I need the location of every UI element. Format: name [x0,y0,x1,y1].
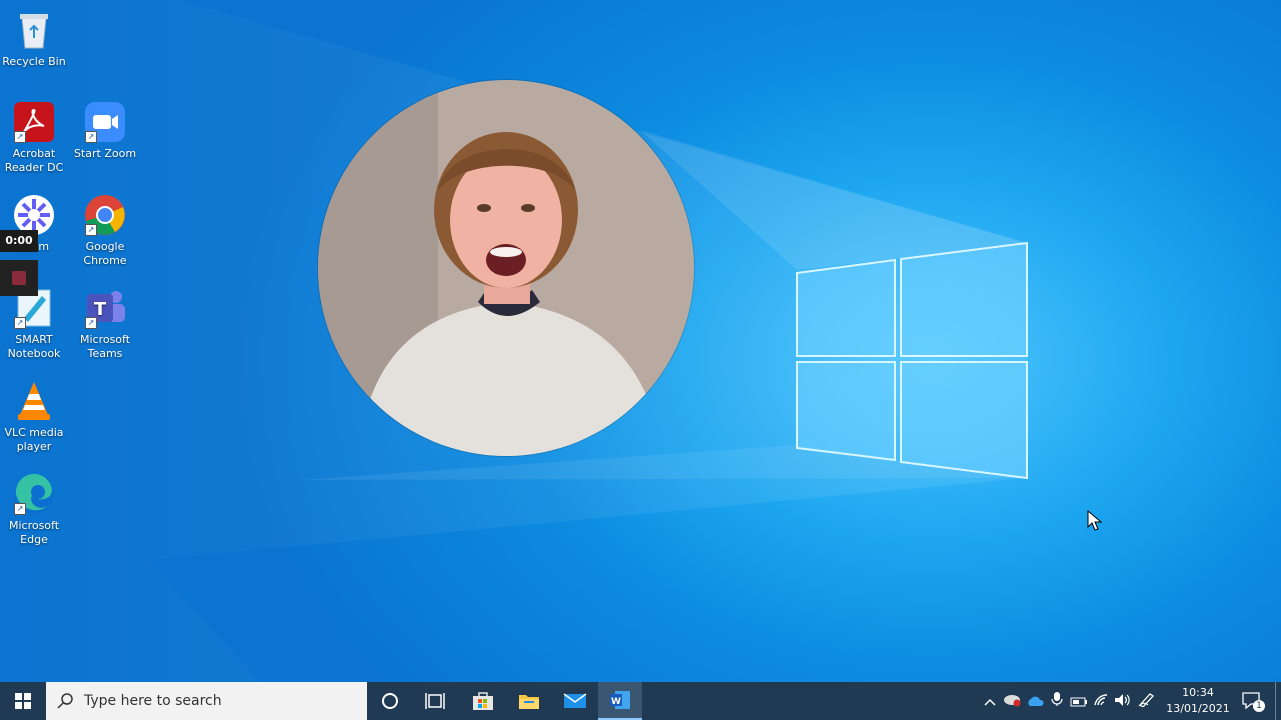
desktop-icon-label: Start Zoom [73,147,137,160]
windows-logo [796,241,1028,480]
start-button[interactable] [0,682,46,720]
desktop-icon-microsoft-teams[interactable]: T ↗ Microsoft Teams [72,286,138,361]
search-icon [57,693,73,709]
search-placeholder: Type here to search [84,693,222,709]
desktop-icon-label: Acrobat Reader DC [4,147,64,174]
word-icon: W [610,691,630,709]
desktop-icon-label: Microsoft Edge [8,519,60,546]
desktop: Recycle Bin ↗ Acrobat Reader DC ↗ Start … [0,0,1281,682]
edge-icon: ↗ [12,472,56,516]
taskbar-file-explorer[interactable] [506,682,552,720]
desktop-icon-smart-notebook[interactable]: ↗ SMART Notebook [1,286,67,361]
webcam-feed [318,80,694,456]
cortana-button[interactable] [367,682,413,720]
shortcut-arrow-icon: ↗ [14,317,26,329]
desktop-icon-label: Microsoft Teams [79,333,131,360]
desktop-icon-vlc[interactable]: VLC media player [1,379,67,454]
stop-icon [12,271,26,285]
volume-icon[interactable] [1112,692,1134,711]
zoom-icon: ↗ [83,100,127,144]
chrome-icon: ↗ [83,193,127,237]
vlc-icon [12,379,56,423]
desktop-icon-microsoft-edge[interactable]: ↗ Microsoft Edge [1,472,67,547]
desktop-icon-start-zoom[interactable]: ↗ Start Zoom [72,100,138,161]
shortcut-arrow-icon: ↗ [85,131,97,143]
action-center-button[interactable]: 1 [1236,682,1268,720]
stop-recording-button[interactable] [0,260,38,296]
desktop-icon-label: SMART Notebook [7,333,61,360]
taskbar-mail[interactable] [552,682,598,720]
desktop-icon-google-chrome[interactable]: ↗ Google Chrome [72,193,138,268]
taskbar-word[interactable]: W [598,682,642,720]
shortcut-arrow-icon: ↗ [85,224,97,236]
task-view-button[interactable] [413,682,457,720]
mouse-pointer-icon [1087,510,1103,531]
pen-workspace-icon[interactable] [1134,691,1160,711]
desktop-icon-label: Google Chrome [83,240,127,267]
desktop-icon-recycle-bin[interactable]: Recycle Bin [1,8,67,69]
onedrive-cloud-icon[interactable] [1024,692,1046,711]
wifi-icon[interactable] [1090,692,1112,711]
cortana-circle-icon [382,693,398,709]
system-tray [980,682,1160,720]
taskbar-clock[interactable]: 10:34 13/01/2021 [1164,685,1232,717]
show-hidden-icons-chevron-icon[interactable] [980,692,1000,711]
taskbar-search-box[interactable]: Type here to search [46,682,367,720]
desktop-icon-label: Recycle Bin [2,55,66,68]
acrobat-reader-icon: ↗ [12,100,56,144]
store-bag-icon [473,692,493,710]
shortcut-arrow-icon: ↗ [85,317,97,329]
windows-start-icon [15,693,31,709]
recycle-bin-icon [12,8,56,52]
shortcut-arrow-icon: ↗ [14,503,26,515]
mail-icon [563,693,587,708]
teams-icon: T ↗ [83,286,127,330]
recording-timer: 0:00 [0,230,38,252]
clock-date: 13/01/2021 [1166,702,1230,715]
security-alert-icon[interactable] [1000,692,1024,711]
webcam-bubble[interactable] [318,80,694,456]
shortcut-arrow-icon: ↗ [14,131,26,143]
desktop-icon-acrobat-reader[interactable]: ↗ Acrobat Reader DC [1,100,67,175]
taskbar-microsoft-store[interactable] [460,682,506,720]
taskbar: Type here to search W 10:34 13/01/2021 1 [0,682,1281,720]
microphone-icon[interactable] [1046,691,1068,711]
battery-icon[interactable] [1068,692,1090,711]
svg-text:W: W [611,697,621,707]
clock-time: 10:34 [1182,686,1214,699]
notification-count-badge: 1 [1253,700,1265,712]
folder-icon [519,695,539,709]
task-view-icon [425,693,445,709]
desktop-icon-label: VLC media player [4,426,64,453]
show-desktop-button[interactable] [1275,682,1281,720]
